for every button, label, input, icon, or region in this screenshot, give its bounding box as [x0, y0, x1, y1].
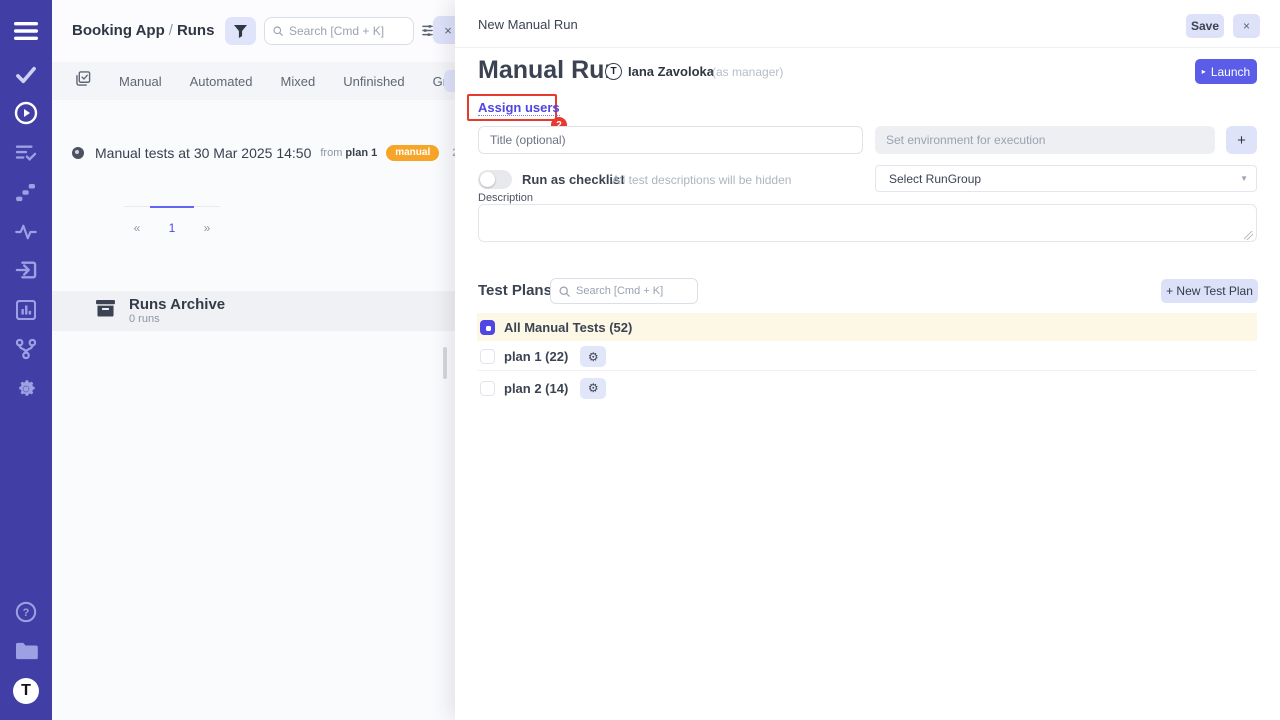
tab-unfinished[interactable]: Unfinished	[343, 74, 404, 89]
test-plans-title: Test Plans	[478, 282, 552, 299]
run-status-icon	[72, 147, 84, 159]
help-icon[interactable]: ?	[0, 597, 52, 627]
panel-close-button[interactable]: ×	[1233, 14, 1260, 38]
analytics-chart-icon[interactable]	[0, 295, 52, 325]
environment-input[interactable]	[875, 126, 1215, 154]
run-as-checklist-toggle[interactable]	[478, 170, 512, 189]
owner-avatar: T	[605, 63, 622, 80]
checkbox-unchecked[interactable]	[480, 381, 495, 396]
test-plans-search	[550, 278, 698, 304]
app-root: ? T Booking App/Runs ×	[0, 0, 1280, 720]
funnel-icon	[234, 25, 247, 38]
git-branch-icon[interactable]	[0, 334, 52, 364]
plans-list-check-icon[interactable]	[0, 138, 52, 168]
archive-texts: Runs Archive 0 runs	[129, 297, 225, 326]
breadcrumb-project[interactable]: Booking App	[72, 22, 165, 39]
checklist-label: Run as checklist	[522, 172, 625, 187]
plan-settings-button[interactable]: ⚙	[580, 346, 606, 367]
pagination-prev-button[interactable]: «	[124, 206, 150, 235]
import-signin-icon[interactable]	[0, 255, 52, 285]
tab-automated[interactable]: Automated	[190, 74, 253, 89]
run-from-plan: from plan 1	[320, 147, 377, 159]
description-label: Description	[478, 192, 533, 204]
rungroup-select[interactable]: Select RunGroup ▼	[875, 165, 1257, 192]
search-icon	[559, 286, 570, 297]
filter-button[interactable]	[225, 17, 256, 45]
assign-users-link[interactable]: Assign users	[478, 100, 560, 116]
checkbox-checked[interactable]	[480, 320, 495, 335]
textarea-resize-handle[interactable]	[1244, 231, 1253, 240]
breadcrumb-separator: /	[165, 22, 177, 39]
runs-search	[264, 17, 414, 45]
owner-name: Iana Zavoloka	[628, 64, 714, 79]
checklist-copy-icon[interactable]	[76, 71, 91, 91]
chevron-down-icon: ▼	[1240, 174, 1248, 183]
pagination-page-1[interactable]: 1	[150, 206, 194, 235]
runs-list-panel: Booking App/Runs × Manual Automated Mixe…	[52, 0, 455, 720]
play-icon: ▸	[1202, 67, 1206, 76]
sliders-icon[interactable]	[422, 24, 433, 42]
logo-letter: T	[13, 678, 39, 704]
plan-row-plan1[interactable]: plan 1 (22) ⚙	[477, 343, 1257, 371]
run-plan-name[interactable]: plan 1	[345, 147, 377, 159]
new-manual-run-panel: New Manual Run Save × Manual Run T Iana …	[455, 0, 1280, 720]
run-list-item[interactable]: Manual tests at 30 Mar 2025 14:50 from p…	[72, 142, 442, 164]
pagination-next-button[interactable]: »	[194, 206, 220, 235]
checkbox-unchecked[interactable]	[480, 349, 495, 364]
tab-manual[interactable]: Manual	[119, 74, 162, 89]
archive-count: 0 runs	[129, 313, 225, 326]
tests-check-icon[interactable]	[0, 60, 52, 90]
pagination: « 1 »	[124, 206, 220, 235]
gear-icon: ⚙	[588, 381, 599, 395]
projects-folder-icon[interactable]	[0, 636, 52, 666]
app-logo-icon[interactable]: T	[0, 676, 52, 706]
run-title-input[interactable]	[478, 126, 863, 154]
plan-settings-button[interactable]: ⚙	[580, 378, 606, 399]
steps-icon[interactable]	[0, 178, 52, 208]
test-plans-search-input[interactable]	[576, 285, 688, 297]
gear-icon: ⚙	[588, 350, 599, 364]
plan-row-all-manual[interactable]: All Manual Tests (52)	[477, 313, 1257, 341]
search-icon	[273, 25, 283, 37]
launch-button[interactable]: ▸ Launch	[1195, 59, 1257, 84]
run-page-title: Manual Run	[478, 56, 620, 85]
breadcrumb-current: Runs	[177, 22, 215, 39]
plan-label: All Manual Tests (52)	[504, 320, 632, 335]
save-button[interactable]: Save	[1186, 14, 1224, 38]
hamburger-menu-icon[interactable]	[0, 16, 52, 46]
runs-play-icon[interactable]	[0, 98, 52, 128]
plan-label: plan 2 (14)	[504, 381, 568, 396]
checklist-hint: All test descriptions will be hidden	[612, 173, 791, 187]
svg-text:?: ?	[23, 607, 30, 619]
add-environment-button[interactable]: +	[1226, 126, 1257, 154]
settings-gear-icon[interactable]	[0, 374, 52, 404]
panel-title: New Manual Run	[478, 17, 578, 32]
owner-role: (as manager)	[712, 65, 783, 79]
pulse-activity-icon[interactable]	[0, 217, 52, 247]
plan-label: plan 1 (22)	[504, 349, 568, 364]
runs-archive-row[interactable]: Runs Archive 0 runs	[52, 291, 455, 331]
archive-title: Runs Archive	[129, 297, 225, 313]
left-panel-scrollbar[interactable]	[443, 347, 447, 379]
panel-header: New Manual Run Save ×	[455, 0, 1280, 48]
breadcrumb: Booking App/Runs	[72, 22, 214, 39]
toggle-knob	[480, 172, 495, 187]
plan-row-plan2[interactable]: plan 2 (14) ⚙	[477, 374, 1257, 402]
runs-panel-header: Booking App/Runs ×	[52, 0, 455, 62]
description-textarea[interactable]	[478, 204, 1257, 242]
run-title[interactable]: Manual tests at 30 Mar 2025 14:50	[95, 145, 311, 161]
runs-tabs: Manual Automated Mixed Unfinished Groups	[52, 62, 455, 100]
tab-mixed[interactable]: Mixed	[281, 74, 316, 89]
archive-box-icon	[96, 300, 115, 322]
run-manual-badge: manual	[386, 145, 439, 161]
sidebar: ? T	[0, 0, 52, 720]
rungroup-value: Select RunGroup	[889, 172, 981, 186]
new-test-plan-button[interactable]: + New Test Plan	[1161, 279, 1258, 303]
runs-search-input[interactable]	[289, 24, 405, 38]
